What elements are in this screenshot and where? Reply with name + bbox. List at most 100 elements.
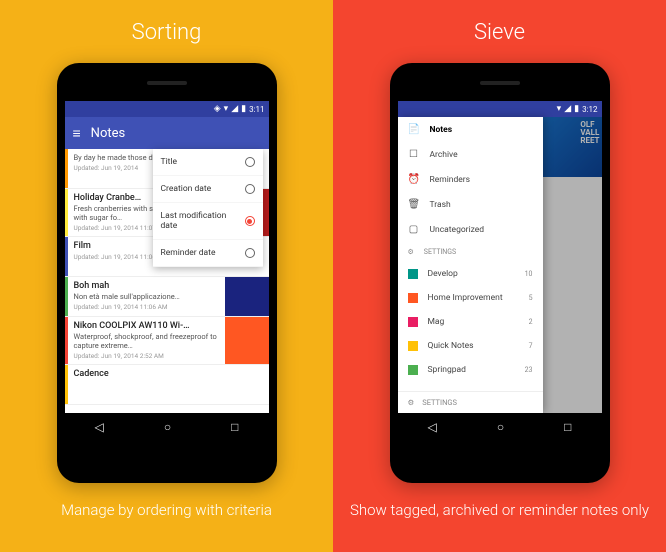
phone-frame: ▾ ◢ ▮ 3:12 OLF VALL REET 📄Notes☐Archive⏰…	[390, 63, 610, 483]
panel-caption: Show tagged, archived or reminder notes …	[340, 501, 659, 519]
radio-icon	[245, 248, 255, 258]
note-updated: Updated: Jun 19, 2014 2:52 AM	[74, 352, 219, 360]
tag-swatch	[408, 365, 418, 375]
drawer-item[interactable]: ▢ Uncategorized	[398, 217, 543, 242]
sorting-panel: Sorting ◈ ▾ ◢ ▮ 3:11 ≡ Notes By day he m…	[0, 0, 333, 552]
note-thumbnail	[225, 277, 269, 316]
phone-screen: ▾ ◢ ▮ 3:12 OLF VALL REET 📄Notes☐Archive⏰…	[398, 101, 602, 441]
drawer-item-icon: ⏰	[408, 174, 420, 185]
location-icon: ◈	[214, 104, 221, 114]
tag-count: 10	[525, 270, 533, 278]
sort-option[interactable]: Reminder date	[153, 240, 263, 267]
drawer-footer[interactable]: ⚙ SETTINGS	[398, 391, 543, 413]
note-thumbnail	[225, 317, 269, 364]
drawer-item-label: Uncategorized	[430, 225, 485, 235]
tag-count: 2	[529, 318, 533, 326]
note-excerpt: Non età male sull'applicazione…	[74, 292, 219, 301]
tag-label: Home Improvement	[428, 293, 503, 303]
radio-icon	[245, 184, 255, 194]
phone-speaker	[147, 81, 187, 85]
android-navbar: ◁ ○ □	[398, 413, 602, 441]
panel-caption: Manage by ordering with criteria	[51, 501, 282, 519]
tag-swatch	[408, 341, 418, 351]
status-time: 3:12	[582, 105, 597, 114]
tag-count: 23	[525, 366, 533, 374]
drawer-item-icon: ☐	[408, 149, 420, 160]
navigation-drawer: 📄 Notes ☐ Archive ⏰ Reminders 🗑 Trash ▢ Uncategor…	[398, 117, 543, 413]
hamburger-icon[interactable]: ≡	[73, 125, 81, 142]
phone-frame: ◈ ▾ ◢ ▮ 3:11 ≡ Notes By day he made thos…	[57, 63, 277, 483]
recent-icon[interactable]: □	[231, 420, 238, 434]
gear-icon: ⚙	[408, 248, 414, 256]
phone-speaker	[480, 81, 520, 85]
signal-icon: ◢	[564, 104, 571, 114]
drawer-item-label: Archive	[430, 150, 458, 160]
sort-option[interactable]: Title	[153, 149, 263, 176]
back-icon[interactable]: ◁	[428, 420, 437, 434]
note-body: Boh mah Non età male sull'applicazione… …	[68, 277, 225, 316]
tag-label: Quick Notes	[428, 341, 474, 351]
drawer-item[interactable]: ☐ Archive	[398, 142, 543, 167]
tag-count: 5	[529, 294, 533, 302]
note-body: Nikon COOLPIX AW110 Wi-… Waterproof, sho…	[68, 317, 225, 364]
panel-title: Sorting	[132, 20, 202, 45]
status-bar: ◈ ▾ ◢ ▮ 3:11	[65, 101, 269, 117]
home-icon[interactable]: ○	[164, 420, 171, 434]
drawer-item[interactable]: 📄 Notes	[398, 117, 543, 142]
panel-title: Sieve	[474, 20, 525, 45]
note-title: Nikon COOLPIX AW110 Wi-…	[74, 321, 219, 331]
gear-icon: ⚙	[408, 398, 415, 407]
note-item[interactable]: Cadence	[65, 365, 269, 405]
sieve-panel: Sieve ▾ ◢ ▮ 3:12 OLF VALL REET 📄Notes☐Ar…	[333, 0, 666, 552]
drawer-item-icon: ▢	[408, 224, 420, 235]
note-title: Boh mah	[74, 281, 219, 291]
sort-menu[interactable]: Title Creation date Last modification date…	[153, 149, 263, 267]
drawer-tag[interactable]: Quick Notes 7	[398, 334, 543, 358]
sort-option[interactable]: Last modification date	[153, 203, 263, 240]
note-updated: Updated: Jun 19, 2014 11:06 AM	[74, 303, 219, 311]
radio-icon	[245, 157, 255, 167]
note-item[interactable]: Nikon COOLPIX AW110 Wi-… Waterproof, sho…	[65, 317, 269, 365]
tag-label: Springpad	[428, 365, 466, 375]
drawer-tag[interactable]: Home Improvement 5	[398, 286, 543, 310]
sort-option-label: Creation date	[161, 184, 212, 194]
appbar-title: Notes	[91, 126, 126, 141]
back-icon[interactable]: ◁	[95, 420, 104, 434]
drawer-item[interactable]: 🗑 Trash	[398, 192, 543, 217]
note-title: Cadence	[74, 369, 263, 379]
wifi-icon: ▾	[557, 104, 562, 114]
sort-option-label: Reminder date	[161, 248, 216, 258]
status-time: 3:11	[249, 105, 264, 114]
radio-icon	[245, 216, 255, 226]
tag-label: Develop	[428, 269, 458, 279]
tag-swatch	[408, 293, 418, 303]
note-item[interactable]: Boh mah Non età male sull'applicazione… …	[65, 277, 269, 317]
drawer-item[interactable]: ⏰ Reminders	[398, 167, 543, 192]
drawer-item-icon: 📄	[408, 124, 420, 135]
drawer-tag[interactable]: Mag 2	[398, 310, 543, 334]
battery-icon: ▮	[241, 104, 246, 114]
drawer-tag[interactable]: Develop 10	[398, 262, 543, 286]
drawer-tag[interactable]: Springpad 23	[398, 358, 543, 382]
phone-screen: ◈ ▾ ◢ ▮ 3:11 ≡ Notes By day he made thos…	[65, 101, 269, 441]
signal-icon: ◢	[231, 104, 238, 114]
status-bar: ▾ ◢ ▮ 3:12	[398, 101, 602, 117]
note-excerpt: Waterproof, shockproof, and freezeproof …	[74, 332, 219, 350]
android-navbar: ◁ ○ □	[65, 413, 269, 441]
drawer-item-label: Notes	[430, 125, 453, 135]
drawer-item-icon: 🗑	[408, 199, 420, 210]
tag-label: Mag	[428, 317, 445, 327]
recent-icon[interactable]: □	[564, 420, 571, 434]
sort-option[interactable]: Creation date	[153, 176, 263, 203]
drawer-settings-header: ⚙ SETTINGS	[398, 242, 543, 262]
note-body: Cadence	[68, 365, 269, 404]
drawer-item-label: Trash	[430, 200, 451, 210]
tag-swatch	[408, 269, 418, 279]
wifi-icon: ▾	[224, 104, 229, 114]
tag-swatch	[408, 317, 418, 327]
sort-option-label: Title	[161, 157, 178, 167]
battery-icon: ▮	[574, 104, 579, 114]
drawer-item-label: Reminders	[430, 175, 471, 185]
home-icon[interactable]: ○	[497, 420, 504, 434]
tag-count: 7	[529, 342, 533, 350]
